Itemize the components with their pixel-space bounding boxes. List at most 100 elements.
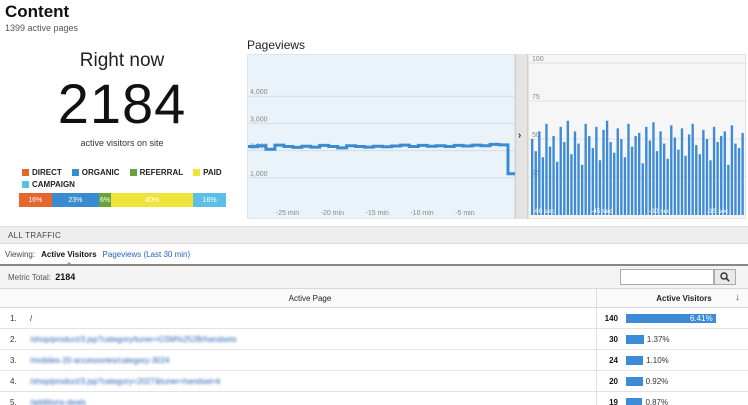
bar-37 bbox=[662, 143, 666, 215]
bar-42 bbox=[680, 128, 684, 215]
source-segment-3: 40% bbox=[111, 193, 194, 207]
active-visitors-count: 20 bbox=[609, 377, 618, 386]
bar-32 bbox=[645, 126, 648, 215]
swatch-referral-icon bbox=[129, 169, 137, 176]
viewing-tabs: Viewing: Active Visitors Pageviews (Last… bbox=[5, 250, 191, 266]
visitor-share-bar bbox=[626, 398, 643, 405]
active-page-link[interactable]: /shop/product/3.jsp?category=2027&tuner=… bbox=[30, 377, 590, 386]
line-y-tick-1: 3,000 bbox=[250, 116, 268, 123]
bar-31 bbox=[641, 163, 644, 215]
bar-57 bbox=[734, 143, 737, 215]
bar-7 bbox=[555, 161, 559, 215]
bar-10 bbox=[566, 120, 570, 215]
bar-18 bbox=[595, 126, 598, 215]
bar-x-tick-0: -60 sec bbox=[533, 208, 555, 215]
legend-direct: DIRECT bbox=[22, 168, 62, 177]
bar-28 bbox=[630, 146, 634, 215]
bar-16 bbox=[588, 135, 591, 215]
pageviews-title: Pageviews bbox=[247, 38, 306, 52]
table-search-input[interactable] bbox=[620, 269, 714, 285]
bar-23 bbox=[613, 152, 616, 215]
bar-21 bbox=[605, 120, 609, 215]
visitor-share-percent: 0.87% bbox=[645, 398, 669, 405]
bar-39 bbox=[670, 125, 673, 215]
bar-6 bbox=[552, 135, 555, 215]
row-index: 2. bbox=[10, 335, 17, 344]
row-index: 1. bbox=[10, 314, 17, 323]
legend-organic: ORGANIC bbox=[71, 168, 120, 177]
bar-35 bbox=[655, 151, 659, 215]
page-header: Content 1399 active pages bbox=[5, 2, 79, 34]
metric-total: Metric Total: 2184 bbox=[8, 272, 76, 282]
traffic-source-bar: 16% 23% 6% 40% 16% bbox=[19, 193, 226, 207]
row-index: 3. bbox=[10, 356, 17, 365]
chevron-right-icon[interactable]: › bbox=[518, 130, 521, 141]
column-active-page[interactable]: Active Page bbox=[0, 294, 620, 303]
active-page-link[interactable]: /additions-deals bbox=[30, 398, 590, 405]
active-page-link[interactable]: / bbox=[30, 314, 590, 323]
bar-45 bbox=[691, 123, 694, 215]
page-title: Content bbox=[5, 2, 70, 21]
bar-30 bbox=[638, 132, 641, 215]
bar-4 bbox=[545, 123, 548, 215]
line-x-tick-0: -25 min bbox=[276, 210, 299, 217]
visitor-share-bar bbox=[626, 356, 644, 365]
visitor-share-bar bbox=[626, 335, 644, 344]
bar-27 bbox=[627, 123, 630, 215]
visitor-share-percent: 0.92% bbox=[645, 377, 669, 386]
line-x-tick-2: -15 min bbox=[366, 210, 389, 217]
visitor-share-bar bbox=[626, 377, 643, 386]
line-x-tick-4: -5 min bbox=[455, 210, 475, 217]
source-segment-0: 16% bbox=[19, 193, 52, 207]
bar-24 bbox=[616, 128, 619, 215]
active-visitors-caption: active visitors on site bbox=[80, 138, 164, 148]
tab-active-visitors[interactable]: Active Visitors bbox=[41, 250, 97, 266]
table-row: 5. /additions-deals 19 0.87% bbox=[0, 392, 748, 405]
bar-19 bbox=[598, 160, 602, 215]
table-row: 3. /mobiles-20-accessories/category-3024 2… bbox=[0, 350, 748, 371]
active-page-link[interactable]: /mobiles-20-accessories/category-3024 bbox=[30, 356, 590, 365]
bar-44 bbox=[687, 134, 691, 215]
bar-x-tick-3: -15 sec bbox=[707, 208, 729, 215]
active-pages-table: Metric Total: 2184 Active Page Active Vi… bbox=[0, 264, 748, 405]
bar-58 bbox=[737, 148, 741, 215]
bar-2 bbox=[538, 131, 541, 215]
bar-47 bbox=[698, 154, 701, 215]
metric-total-value: 2184 bbox=[55, 272, 76, 282]
visitor-share-percent: 6.41% bbox=[690, 314, 713, 323]
bar-41 bbox=[677, 149, 680, 215]
swatch-organic-icon bbox=[71, 169, 79, 176]
bar-15 bbox=[584, 123, 587, 215]
bar-y-tick-1: 75 bbox=[532, 94, 540, 101]
bar-59 bbox=[741, 132, 744, 215]
bar-43 bbox=[684, 155, 687, 215]
bar-40 bbox=[673, 137, 677, 215]
bar-1 bbox=[534, 151, 537, 215]
search-icon[interactable] bbox=[714, 269, 736, 285]
active-page-link[interactable]: /shop/product/3.jsp?category/tuner=GSM%2… bbox=[30, 335, 590, 344]
table-row: 4. /shop/product/3.jsp?category=2027&tune… bbox=[0, 371, 748, 392]
bar-26 bbox=[623, 157, 627, 215]
bar-5 bbox=[548, 146, 552, 215]
bar-17 bbox=[591, 148, 594, 215]
bar-3 bbox=[541, 157, 545, 215]
chart-divider[interactable]: › bbox=[515, 54, 528, 219]
bar-22 bbox=[609, 142, 612, 215]
source-segment-2: 6% bbox=[98, 193, 112, 207]
bar-46 bbox=[695, 145, 698, 215]
pageviews-bar-svg: 100755025-60 sec-45 sec-30 sec-15 sec bbox=[529, 56, 747, 215]
bar-11 bbox=[570, 154, 573, 215]
bar-20 bbox=[602, 129, 605, 215]
tab-pageviews-last-30-min[interactable]: Pageviews (Last 30 min) bbox=[103, 250, 191, 259]
active-visitors-count: 19 bbox=[609, 398, 618, 405]
right-now-panel: Right now 2184 active visitors on site bbox=[20, 50, 224, 148]
traffic-source-legend: DIRECT ORGANIC REFERRAL PAID CAMPAIGN bbox=[22, 168, 232, 192]
column-active-visitors[interactable]: Active Visitors bbox=[620, 294, 748, 303]
line-y-tick-3: 1,000 bbox=[250, 171, 268, 178]
sort-down-arrow-icon[interactable]: ↓ bbox=[735, 292, 740, 303]
active-pages-count: 1399 active pages bbox=[5, 23, 79, 33]
pageviews-per-second-chart: 100755025-60 sec-45 sec-30 sec-15 sec bbox=[528, 54, 747, 219]
bar-12 bbox=[573, 131, 577, 215]
table-row: 1. / 140 6.41% bbox=[0, 308, 748, 329]
swatch-campaign-icon bbox=[22, 181, 29, 188]
